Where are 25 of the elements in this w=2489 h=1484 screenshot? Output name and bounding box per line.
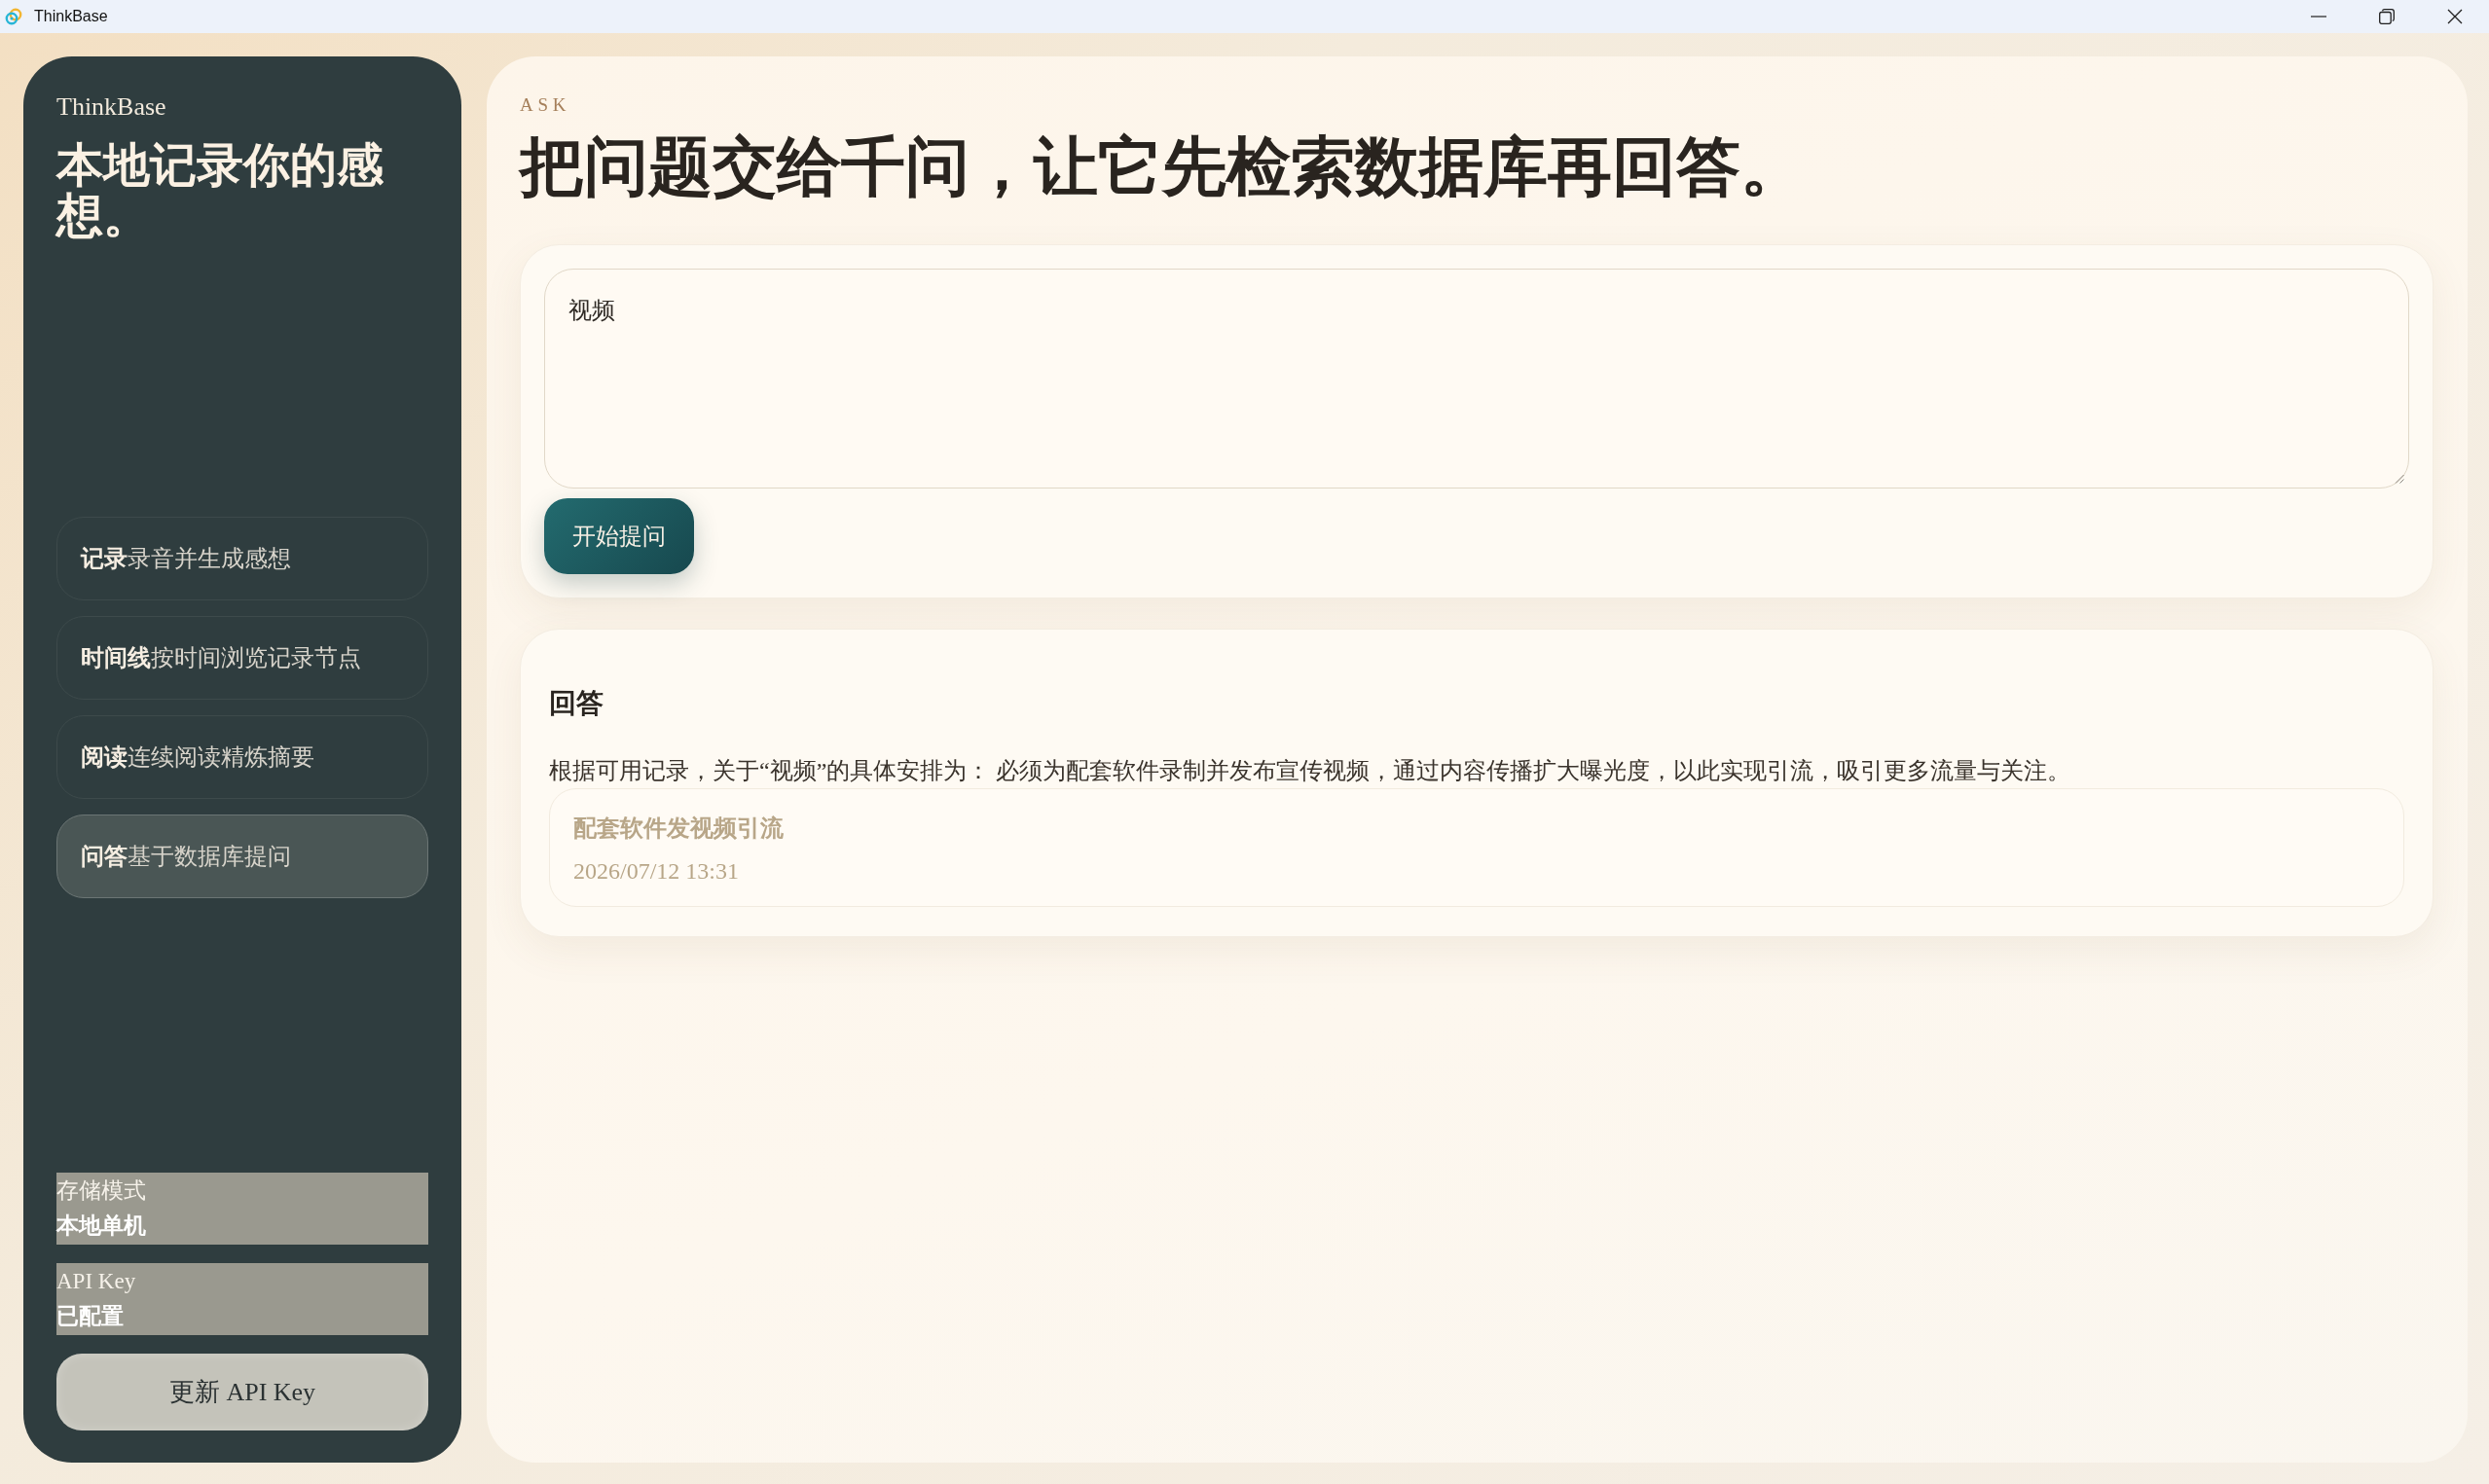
status-value: 已配置 bbox=[56, 1303, 124, 1330]
window-title: ThinkBase bbox=[34, 7, 108, 26]
app-logo-icon bbox=[5, 8, 22, 25]
submit-button[interactable]: 开始提问 bbox=[544, 498, 694, 574]
minimize-icon bbox=[2311, 16, 2326, 18]
nav-item[interactable]: 阅读连续阅读精炼摘要 bbox=[56, 714, 428, 799]
answer-title: 回答 bbox=[549, 687, 604, 720]
update-api-key-button[interactable]: 更新 API Key bbox=[56, 1354, 428, 1430]
status-label: 存储模式 bbox=[56, 1177, 146, 1205]
close-icon bbox=[2447, 9, 2463, 24]
resize-grip-icon bbox=[2395, 474, 2404, 484]
source-time: 2026/07/12 13:31 bbox=[573, 857, 739, 886]
question-field[interactable]: 视频 bbox=[544, 269, 2409, 489]
status-label: API Key bbox=[56, 1268, 136, 1295]
nav-item[interactable]: 问答基于数据库提问 bbox=[56, 814, 428, 898]
page-heading: 把问题交给千问，让它先检索数据库再回答。 bbox=[520, 130, 1805, 204]
status-value: 本地单机 bbox=[56, 1213, 146, 1240]
nav-item[interactable]: 时间线按时间浏览记录节点 bbox=[56, 615, 428, 700]
eyebrow-label: ASK bbox=[520, 93, 571, 117]
brand-name: ThinkBase bbox=[56, 91, 167, 123]
nav-item[interactable]: 记录录音并生成感想 bbox=[56, 516, 428, 600]
restore-icon bbox=[2379, 9, 2395, 24]
answer-text: 根据可用记录，关于“视频”的具体安排为： 必须为配套软件录制并发布宣传视频，通过内容传播扩大曝光度，以此实现引流，吸引更多流量与关注。 bbox=[549, 757, 2072, 785]
sidebar-headline: 本地记录你的感想。 bbox=[56, 140, 384, 241]
source-title: 配套软件发视频引流 bbox=[573, 814, 784, 843]
